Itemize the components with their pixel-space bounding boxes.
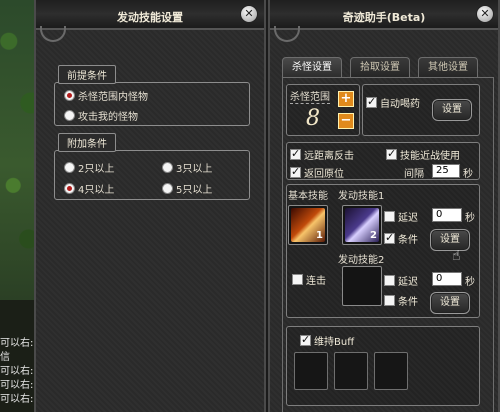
checkbox[interactable] [290,147,301,160]
basic-skill-slot[interactable]: 1 [288,205,328,245]
checkbox-label: 技能近战使用 [400,151,460,162]
kill-range-label: 杀怪范围 [290,88,330,104]
delay-input-2[interactable]: 0 [432,272,462,286]
checkbox-label: 返回原位 [304,169,344,180]
interval-input[interactable]: 25 [432,164,460,178]
checkbox[interactable] [290,165,301,178]
range-decrease-button[interactable]: − [338,113,354,129]
skill-melee-checkbox[interactable]: 技能近战使用 [386,147,460,162]
checkbox[interactable] [292,274,303,285]
tab-kill-settings[interactable]: 杀怪设置 [282,57,342,77]
radio-button[interactable] [64,90,75,101]
panel-title: 发动技能设置 [117,11,183,24]
radio-label: 3只以上 [176,164,213,175]
checkbox-label: 自动喝药 [380,99,420,110]
radio-option-range-monsters[interactable]: 杀怪范围内怪物 [64,88,148,103]
radio-option-4plus[interactable]: 4只以上 [64,181,114,196]
radio-button[interactable] [64,162,75,173]
checkbox-label: 延迟 [398,213,418,224]
active-skill2-label: 发动技能2 [338,255,385,266]
combo-checkbox[interactable]: 连击 [292,272,326,287]
tab-other-settings[interactable]: 其他设置 [418,57,478,77]
kill-range-value: 8 [306,106,320,131]
return-origin-checkbox[interactable]: 返回原位 [290,165,344,180]
tab-pickup-settings[interactable]: 拾取设置 [350,57,410,77]
active-skill1-label: 发动技能1 [338,191,385,202]
delay-input-1[interactable]: 0 [432,208,462,222]
maintain-buff-checkbox[interactable]: 维持Buff [300,333,354,348]
interval-label: 间隔 [404,169,424,180]
panel-title: 奇迹助手(Beta) [342,11,426,24]
title-bar: 奇迹助手(Beta) ✕ [270,0,498,30]
radio-option-attacking-monsters[interactable]: 攻击我的怪物 [64,108,138,123]
checkbox-label: 连击 [306,276,326,287]
checkbox[interactable] [384,295,395,306]
radio-label: 攻击我的怪物 [78,112,138,123]
corner-ornament [40,26,66,42]
buff-slot[interactable] [374,352,408,390]
radio-button[interactable] [162,183,173,194]
mouse-cursor-icon: ☝ [452,248,461,264]
ranged-counter-checkbox[interactable]: 远距离反击 [290,147,354,162]
extra-condition-label: 附加条件 [58,133,116,152]
seconds-label: 秒 [465,213,475,224]
auto-potion-checkbox[interactable]: 自动喝药 [366,95,420,110]
assistant-panel: 奇迹助手(Beta) ✕ 杀怪设置 拾取设置 其他设置 杀怪范围 8 + − 自… [268,0,500,412]
radio-option-5plus[interactable]: 5只以上 [162,181,212,196]
seconds-label: 秒 [463,169,473,180]
checkbox-label: 延迟 [398,277,418,288]
radio-button[interactable] [64,110,75,121]
delay-checkbox-1[interactable]: 延迟 [384,209,418,224]
active-skill1-icon: 2 [345,208,379,242]
seconds-label: 秒 [465,277,475,288]
radio-option-2plus[interactable]: 2只以上 [64,160,114,175]
close-button[interactable]: ✕ [240,5,258,23]
delay-checkbox-2[interactable]: 延迟 [384,273,418,288]
condition-checkbox-2[interactable]: 条件 [384,293,418,308]
basic-skill-label: 基本技能 [288,191,328,202]
radio-label: 4只以上 [78,185,115,196]
checkbox-label: 远距离反击 [304,151,354,162]
skill-badge: 1 [316,230,323,241]
radio-label: 杀怪范围内怪物 [78,92,148,103]
precondition-label: 前提条件 [58,65,116,84]
radio-label: 2只以上 [78,164,115,175]
skill-badge: 2 [370,230,377,241]
active-skill2-slot[interactable] [342,266,382,306]
checkbox[interactable] [384,275,395,286]
checkbox-label: 维持Buff [314,337,355,348]
radio-button[interactable] [64,183,75,194]
radio-option-3plus[interactable]: 3只以上 [162,160,212,175]
radio-button[interactable] [162,162,173,173]
potion-settings-button[interactable]: 设置 [432,99,472,121]
radio-label: 5只以上 [176,185,213,196]
condition-checkbox-1[interactable]: 条件 [384,231,418,246]
skill2-settings-button[interactable]: 设置 [430,292,470,314]
checkbox[interactable] [384,211,395,222]
checkbox[interactable] [386,147,397,160]
skill-settings-panel: 发动技能设置 ✕ 前提条件 杀怪范围内怪物 攻击我的怪物 附加条件 2只以上 3… [34,0,266,412]
checkbox[interactable] [366,95,377,108]
skill1-settings-button[interactable]: 设置 [430,229,470,251]
close-button[interactable]: ✕ [476,5,494,23]
checkbox[interactable] [384,231,395,244]
range-increase-button[interactable]: + [338,91,354,107]
active-skill1-slot[interactable]: 2 [342,205,382,245]
buff-slot[interactable] [294,352,328,390]
checkbox-label: 条件 [398,235,418,246]
title-bar: 发动技能设置 ✕ [36,0,264,30]
basic-skill-icon: 1 [291,208,325,242]
corner-ornament [274,26,300,42]
buff-slot[interactable] [334,352,368,390]
checkbox-label: 条件 [398,297,418,308]
checkbox[interactable] [300,333,311,346]
